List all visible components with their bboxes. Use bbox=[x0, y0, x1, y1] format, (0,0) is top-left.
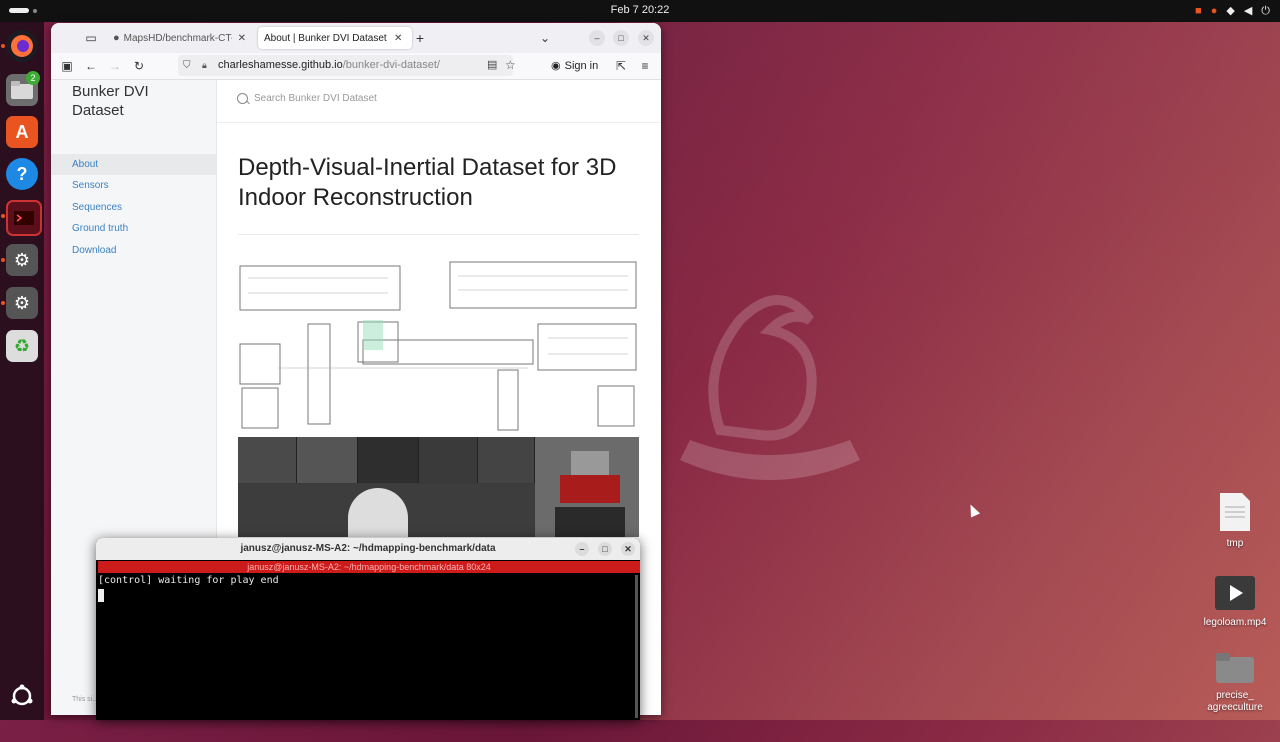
list-tabs-chevron-down-icon[interactable]: ⌄ bbox=[536, 29, 554, 47]
camera-image bbox=[297, 437, 358, 483]
tab-overview-icon[interactable]: ▭ bbox=[82, 29, 100, 47]
terminal-tab-bar: janusz@janusz-MS-A2: ~/hdmapping-benchma… bbox=[98, 561, 640, 573]
volume-icon[interactable]: ◀ bbox=[1244, 3, 1252, 19]
terminal-minimize-button[interactable]: – bbox=[575, 542, 589, 556]
tab-label: About | Bunker DVI Dataset bbox=[264, 32, 387, 44]
terminal-scrollbar[interactable] bbox=[635, 575, 638, 718]
dock: 2 A ? ⚙ ⚙ ♻ bbox=[0, 22, 44, 720]
forward-icon[interactable]: → bbox=[106, 57, 124, 75]
clock[interactable]: Feb 7 20:22 bbox=[0, 4, 1280, 16]
screen-record-icon[interactable]: ■ bbox=[1195, 3, 1202, 19]
nav-toolbar: ▣ ← → ↻ ⛉ 🔒︎ charleshamesse.github.io/bu… bbox=[51, 53, 661, 80]
reader-view-icon[interactable]: ▤ bbox=[487, 55, 497, 76]
terminal-output[interactable]: [control] waiting for play end bbox=[98, 575, 633, 720]
sidebar-toggle-icon[interactable]: ▣ bbox=[58, 57, 76, 75]
bookmark-star-icon[interactable]: ☆ bbox=[505, 55, 516, 76]
menu-hamburger-icon[interactable]: ≡ bbox=[636, 57, 654, 75]
app-center-icon[interactable]: A bbox=[6, 116, 38, 148]
tab-strip: ▭ ● MapsHD/benchmark-CT-I ✕ About | Bunk… bbox=[51, 23, 661, 53]
url-host: charleshamesse.github.io bbox=[218, 59, 343, 71]
close-tab-icon[interactable]: ✕ bbox=[238, 33, 246, 44]
terminal-cursor bbox=[98, 589, 104, 602]
divider bbox=[217, 122, 661, 123]
robot-photo bbox=[535, 437, 639, 537]
close-window-button[interactable]: ✕ bbox=[638, 30, 654, 46]
page-heading: Depth-Visual-Inertial Dataset for 3D Ind… bbox=[238, 154, 617, 211]
files-icon[interactable]: 2 bbox=[6, 71, 40, 106]
extensions-icon[interactable]: ⇱ bbox=[612, 57, 630, 75]
terminal-line: [control] waiting for play end bbox=[98, 575, 279, 586]
sign-in-button[interactable]: ◉ Sign in bbox=[551, 56, 598, 76]
running-indicator bbox=[1, 301, 5, 305]
top-bar: Feb 7 20:22 ■ ● ◆ ◀ ⏻ bbox=[0, 0, 1280, 22]
terminal-tab-label: janusz@janusz-MS-A2: ~/hdmapping-benchma… bbox=[247, 562, 491, 572]
minimize-button[interactable]: – bbox=[589, 30, 605, 46]
lock-icon[interactable]: 🔒︎ bbox=[202, 55, 207, 76]
desktop-item-label: precise_ agreeculture bbox=[1207, 690, 1263, 713]
files-badge: 2 bbox=[26, 71, 40, 85]
show-apps-icon[interactable] bbox=[6, 680, 38, 712]
camera-image bbox=[478, 437, 535, 483]
settings-gear-icon-2[interactable]: ⚙ bbox=[6, 287, 38, 319]
microphone-icon[interactable]: ● bbox=[1211, 3, 1218, 19]
search-placeholder: Search Bunker DVI Dataset bbox=[254, 93, 377, 104]
running-indicator bbox=[1, 44, 5, 48]
terminal-close-button[interactable]: ✕ bbox=[621, 542, 635, 556]
new-tab-icon[interactable]: + bbox=[411, 29, 429, 47]
sidebar-item-ground-truth[interactable]: Ground truth bbox=[51, 218, 216, 239]
running-indicator bbox=[1, 258, 5, 262]
close-tab-icon[interactable]: ✕ bbox=[394, 33, 402, 44]
terminal-titlebar[interactable]: janusz@janusz-MS-A2: ~/hdmapping-benchma… bbox=[96, 538, 640, 560]
desktop-item-legoloam[interactable]: legoloam.mp4 bbox=[1200, 576, 1270, 629]
power-icon[interactable]: ⏻ bbox=[1261, 3, 1270, 19]
search-icon bbox=[237, 93, 248, 104]
sidebar-item-sequences[interactable]: Sequences bbox=[51, 197, 216, 218]
desktop-item-label: tmp bbox=[1226, 538, 1244, 549]
depth-image bbox=[238, 484, 534, 537]
text-file-icon bbox=[1220, 493, 1250, 531]
wifi-icon[interactable]: ◆ bbox=[1226, 3, 1234, 19]
sidebar-item-about[interactable]: About bbox=[51, 154, 216, 176]
sidebar-item-sensors[interactable]: Sensors bbox=[51, 175, 216, 196]
desktop-item-label: legoloam.mp4 bbox=[1203, 617, 1267, 628]
trash-icon[interactable]: ♻ bbox=[6, 330, 38, 362]
tab-github[interactable]: ● MapsHD/benchmark-CT-I ✕ bbox=[109, 27, 254, 49]
point-cloud-map-image bbox=[238, 258, 639, 436]
sidebar-item-download[interactable]: Download bbox=[51, 240, 216, 261]
tab-bunker-dataset[interactable]: About | Bunker DVI Dataset ✕ bbox=[258, 27, 412, 49]
address-bar[interactable]: ⛉ 🔒︎ charleshamesse.github.io/bunker-dvi… bbox=[178, 55, 516, 76]
camera-image bbox=[358, 437, 419, 483]
system-tray[interactable]: ■ ● ◆ ◀ ⏻ bbox=[1195, 3, 1270, 19]
video-file-icon bbox=[1215, 576, 1255, 610]
site-title[interactable]: Bunker DVI Dataset bbox=[72, 82, 202, 120]
shield-icon[interactable]: ⛉ bbox=[183, 55, 191, 76]
wallpaper-logo bbox=[680, 295, 860, 480]
terminal-maximize-button[interactable]: □ bbox=[598, 542, 612, 556]
camera-image bbox=[419, 437, 478, 483]
sidebar-nav: About Sensors Sequences Ground truth Dow… bbox=[51, 154, 216, 261]
desktop-item-tmp[interactable]: tmp bbox=[1200, 493, 1270, 550]
tab-label: MapsHD/benchmark-CT-I bbox=[123, 32, 232, 44]
sensor-camera-images bbox=[238, 437, 639, 537]
firefox-icon[interactable] bbox=[6, 30, 38, 62]
terminal-title: janusz@janusz-MS-A2: ~/hdmapping-benchma… bbox=[240, 543, 496, 554]
folder-icon bbox=[1216, 653, 1254, 683]
terminal-icon[interactable] bbox=[6, 200, 42, 236]
desktop-item-precise-agreeculture[interactable]: precise_ agreeculture bbox=[1200, 653, 1270, 714]
maximize-button[interactable]: □ bbox=[613, 30, 629, 46]
running-indicator bbox=[1, 214, 5, 218]
help-icon[interactable]: ? bbox=[6, 158, 38, 190]
account-icon: ◉ bbox=[551, 60, 561, 72]
terminal-window[interactable]: janusz@janusz-MS-A2: ~/hdmapping-benchma… bbox=[96, 538, 640, 720]
divider bbox=[238, 234, 639, 235]
settings-gear-icon[interactable]: ⚙ bbox=[6, 244, 38, 276]
camera-image bbox=[238, 437, 297, 483]
back-icon[interactable]: ← bbox=[82, 57, 100, 75]
sign-in-label: Sign in bbox=[564, 60, 599, 72]
reload-icon[interactable]: ↻ bbox=[130, 57, 148, 75]
search-box[interactable]: Search Bunker DVI Dataset bbox=[237, 93, 537, 107]
url-path: /bunker-dvi-dataset/ bbox=[342, 59, 440, 71]
github-icon: ● bbox=[113, 32, 120, 44]
